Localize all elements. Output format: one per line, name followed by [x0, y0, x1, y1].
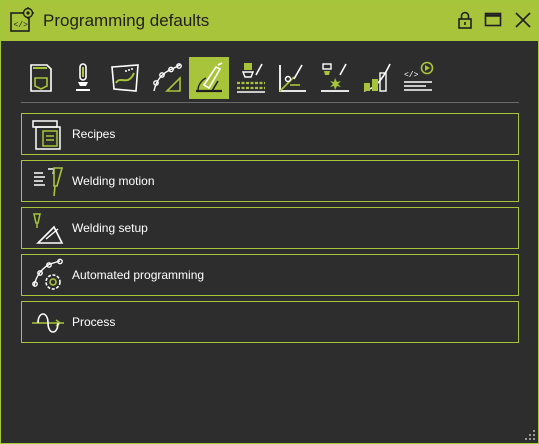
tool-tack-weld[interactable] — [315, 57, 355, 99]
menu-list: Recipes Welding motion Welding setup Aut… — [21, 113, 519, 348]
menu-item-process[interactable]: Process — [21, 301, 519, 343]
toolbar: </> — [21, 57, 519, 101]
tool-code-play[interactable]: </> — [399, 57, 439, 99]
welding-angle-icon — [196, 62, 223, 93]
menu-item-recipes[interactable]: Recipes — [21, 113, 519, 155]
programming-defaults-window: </> Programming defaults </> Recipes Wel… — [0, 0, 539, 444]
menu-item-label: Welding setup — [72, 221, 148, 235]
close-button[interactable] — [513, 10, 533, 30]
weave-pattern-icon — [237, 63, 265, 93]
tack-weld-icon — [321, 63, 349, 92]
svg-text:</>: </> — [14, 21, 29, 30]
menu-item-label: Welding motion — [72, 174, 155, 188]
workpiece-map-icon — [111, 64, 139, 92]
maximize-button[interactable] — [483, 10, 503, 30]
menu-item-label: Automated programming — [72, 268, 205, 282]
tool-welding-angle[interactable] — [189, 57, 229, 99]
window-title: Programming defaults — [43, 11, 210, 30]
menu-item-welding-setup[interactable]: Welding setup — [21, 207, 519, 249]
tool-workpiece-map[interactable] — [105, 57, 145, 99]
menu-item-label: Process — [72, 315, 116, 329]
title-bar[interactable]: </> Programming defaults — [1, 1, 538, 41]
welding-motion-icon — [34, 167, 64, 197]
lock-button[interactable] — [455, 10, 475, 30]
tool-ramp-curve[interactable] — [357, 57, 397, 99]
menu-item-automated-programming[interactable]: Automated programming — [21, 254, 519, 296]
welding-program-icon — [30, 64, 52, 92]
maximize-icon — [484, 12, 502, 27]
menu-item-label: Recipes — [72, 127, 116, 141]
tool-weave-pattern[interactable] — [231, 57, 271, 99]
torch-icon — [76, 63, 90, 91]
lock-icon — [458, 11, 472, 29]
tool-torch[interactable] — [63, 57, 103, 99]
tool-joint-setup[interactable] — [273, 57, 313, 99]
joint-setup-icon — [279, 64, 306, 92]
menu-item-welding-motion[interactable]: Welding motion — [21, 160, 519, 202]
tool-path-points[interactable] — [147, 57, 187, 99]
code-play-icon: </> — [404, 61, 434, 91]
ramp-curve-icon — [363, 63, 391, 92]
toolbar-divider — [21, 102, 519, 103]
welding-setup-icon — [33, 213, 64, 244]
recipes-icon — [32, 120, 61, 150]
svg-text:</>: </> — [404, 71, 419, 80]
automated-programming-icon — [32, 258, 63, 290]
close-icon — [515, 12, 531, 28]
path-points-icon — [153, 63, 182, 92]
settings-code-icon: </> — [10, 7, 34, 32]
process-icon — [32, 313, 64, 333]
tool-welding-program[interactable] — [21, 57, 61, 99]
resize-grip-icon[interactable] — [524, 429, 536, 441]
